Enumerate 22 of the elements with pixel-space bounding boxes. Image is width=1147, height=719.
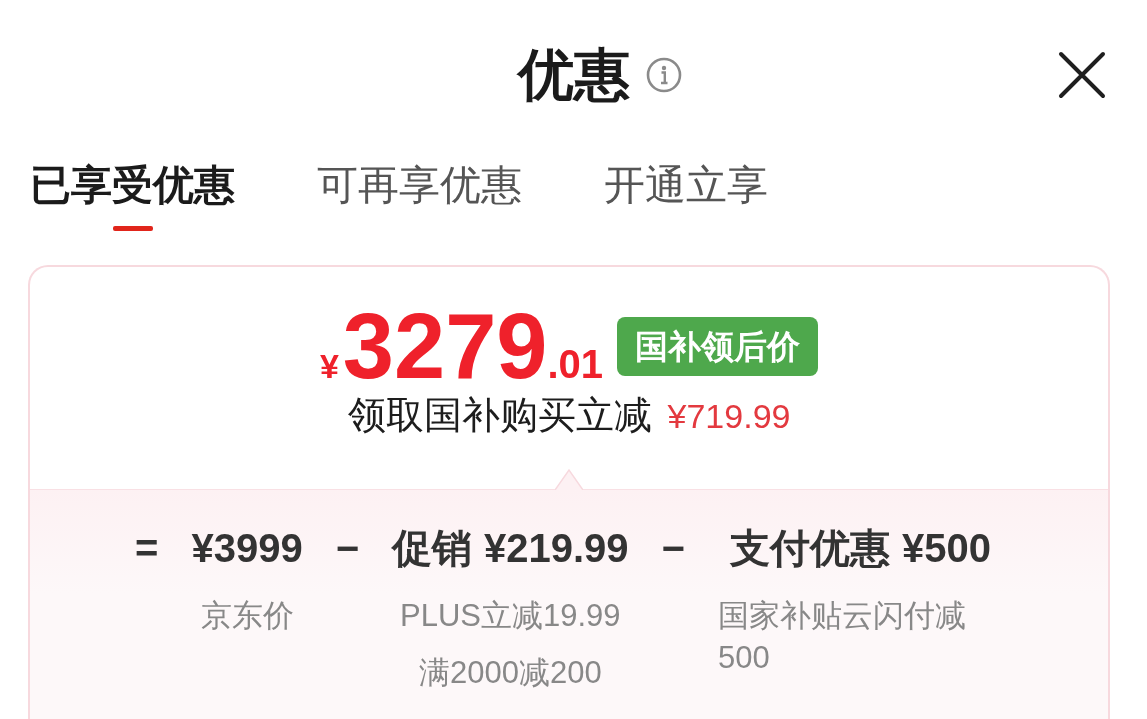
operator-sign: =	[135, 525, 159, 572]
close-icon[interactable]	[1058, 51, 1106, 99]
operator-sign: −	[335, 525, 359, 572]
term-amount: ¥3999	[191, 525, 303, 572]
term-label: 促销	[392, 525, 472, 572]
term-note: 京东价	[200, 597, 294, 635]
tab[interactable]: 可再享优惠	[317, 160, 522, 231]
tab[interactable]: 已享受优惠	[30, 160, 235, 231]
term-note: 满2000减200	[418, 654, 602, 692]
subsidy-text: 领取国补购买立减	[347, 393, 652, 438]
dialog-title: 优惠	[517, 47, 630, 103]
tab[interactable]: 开通立享	[604, 160, 768, 231]
term-note: PLUS立减19.99	[400, 597, 621, 635]
term-amount: ¥219.99	[484, 525, 629, 572]
final-price: ¥3279.01	[319, 300, 604, 392]
term-note: 国家补贴云闪付减500	[717, 597, 967, 677]
info-icon[interactable]	[645, 57, 682, 93]
operator-sign: −	[661, 525, 685, 572]
term-label: 支付优惠	[729, 525, 890, 572]
subsidy-amount: ¥719.99	[667, 396, 791, 437]
subsidy-price-badge: 国补领后价	[617, 316, 819, 376]
term-amount: ¥500	[901, 525, 991, 572]
